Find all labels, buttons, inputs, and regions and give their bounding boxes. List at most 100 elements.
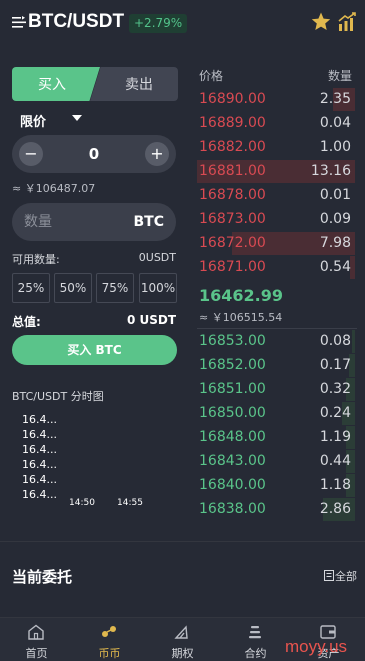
order-quantity: 0.08 <box>319 333 351 349</box>
nav-label: 期权 <box>171 647 194 660</box>
list-icon <box>324 570 334 581</box>
order-quantity: 2.35 <box>319 91 351 107</box>
ask-row[interactable]: 16889.00 0.04 <box>197 112 355 136</box>
order-quantity: 0.17 <box>319 357 351 373</box>
ask-row[interactable]: 16873.00 0.09 <box>197 208 355 232</box>
order-quantity: 7.98 <box>319 235 351 251</box>
ask-row[interactable]: 16872.00 7.98 <box>197 232 355 256</box>
available-value: 0USDT <box>138 251 176 264</box>
order-price: 16852.00 <box>199 357 266 373</box>
order-quantity: 1.19 <box>319 429 351 445</box>
order-price: 16838.00 <box>199 501 266 517</box>
price-stepper: − 0 + <box>12 135 176 173</box>
tab-sell[interactable]: 卖出 <box>90 67 178 101</box>
order-quantity: 1.18 <box>319 477 351 493</box>
price-column-header: 价格 <box>199 69 224 83</box>
quantity-column-header: 数量 <box>327 69 352 83</box>
options-icon <box>174 625 188 639</box>
nav-options[interactable]: 期权 <box>146 618 219 661</box>
nav-contract[interactable]: 合约 <box>219 618 292 661</box>
order-price: 16853.00 <box>199 333 266 349</box>
nav-home[interactable]: 首页 <box>0 618 73 661</box>
nav-label: 合约 <box>244 647 267 660</box>
order-price: 16850.00 <box>199 405 266 421</box>
quantity-unit: BTC <box>133 214 165 230</box>
quantity-placeholder: 数量 <box>24 214 52 230</box>
percent-75-button[interactable]: 75% <box>96 273 134 303</box>
menu-icon[interactable] <box>12 16 26 29</box>
ask-row[interactable]: 16878.00 0.01 <box>197 184 355 208</box>
mini-chart-y-label: 16.4... <box>22 473 57 486</box>
ask-row[interactable]: 16871.00 0.54 <box>197 256 355 280</box>
change-badge: +2.79% <box>129 14 188 33</box>
order-quantity: 0.09 <box>319 211 351 227</box>
order-type-select[interactable]: 限价 <box>20 111 46 130</box>
last-price: 16462.99 <box>199 286 284 305</box>
last-price-cny: ≈ ￥106515.54 <box>199 311 283 324</box>
bid-row[interactable]: 16851.00 0.32 <box>197 378 355 402</box>
order-price: 16873.00 <box>199 211 266 227</box>
order-price: 16871.00 <box>199 259 266 275</box>
quantity-field[interactable]: 数量 BTC <box>12 203 176 241</box>
order-price: 16889.00 <box>199 115 266 131</box>
order-price: 16881.00 <box>199 163 266 179</box>
bid-row[interactable]: 16850.00 0.24 <box>197 402 355 426</box>
mini-chart-y-label: 16.4... <box>22 488 57 501</box>
total-label: 总值: <box>12 315 41 329</box>
bid-row[interactable]: 16838.00 2.86 <box>197 498 355 522</box>
order-quantity: 1.00 <box>319 139 351 155</box>
mini-chart-y-label: 16.4... <box>22 413 57 426</box>
nav-coins[interactable]: 币币 <box>73 618 146 661</box>
order-price: 16872.00 <box>199 235 266 251</box>
divider <box>197 328 357 329</box>
ask-row[interactable]: 16881.00 13.16 <box>197 160 355 184</box>
order-quantity: 0.44 <box>319 453 351 469</box>
tab-buy[interactable]: 买入 <box>12 67 100 101</box>
percent-buttons: 25% 50% 75% 100% <box>12 273 178 303</box>
nav-label: 首页 <box>25 647 48 660</box>
top-bar: BTC/USDT +2.79% <box>0 0 365 46</box>
bid-row[interactable]: 16852.00 0.17 <box>197 354 355 378</box>
order-price: 16851.00 <box>199 381 266 397</box>
ask-row[interactable]: 16890.00 2.35 <box>197 88 355 112</box>
coins-icon <box>102 626 116 637</box>
mini-chart-y-label: 16.4... <box>22 443 57 456</box>
all-orders-link[interactable]: 全部 <box>324 568 357 584</box>
order-price: 16890.00 <box>199 91 266 107</box>
home-icon <box>28 624 44 640</box>
percent-50-button[interactable]: 50% <box>54 273 92 303</box>
percent-100-button[interactable]: 100% <box>139 273 177 303</box>
bid-row[interactable]: 16848.00 1.19 <box>197 426 355 450</box>
mini-chart-y-label: 16.4... <box>22 428 57 441</box>
contract-icon <box>249 626 261 639</box>
bid-row[interactable]: 16840.00 1.18 <box>197 474 355 498</box>
watermark: moyy.us <box>285 637 348 656</box>
ask-row[interactable]: 16882.00 1.00 <box>197 136 355 160</box>
bid-row[interactable]: 16843.00 0.44 <box>197 450 355 474</box>
buy-button[interactable]: 买入 BTC <box>12 335 177 365</box>
star-icon[interactable] <box>311 12 331 31</box>
mini-chart-y-label: 16.4... <box>22 458 57 471</box>
kline-chart-icon[interactable] <box>337 12 357 32</box>
order-price: 16882.00 <box>199 139 266 155</box>
mini-chart-title: BTC/USDT 分时图 <box>12 390 104 403</box>
current-orders-title: 当前委托 <box>12 568 73 586</box>
nav-label: 币币 <box>98 647 121 660</box>
order-quantity: 0.54 <box>319 259 351 275</box>
order-quantity: 0.32 <box>319 381 351 397</box>
divider <box>0 541 365 542</box>
increment-button[interactable]: + <box>145 142 169 166</box>
order-quantity: 0.04 <box>319 115 351 131</box>
percent-25-button[interactable]: 25% <box>12 273 50 303</box>
bid-row[interactable]: 16853.00 0.08 <box>197 330 355 354</box>
pair-title[interactable]: BTC/USDT <box>28 11 124 33</box>
mini-chart-x-label: 14:55 <box>117 498 143 508</box>
available-label: 可用数量: <box>12 253 60 266</box>
chevron-down-icon[interactable] <box>72 115 82 121</box>
order-price: 16840.00 <box>199 477 266 493</box>
total-value: 0 USDT <box>126 313 176 327</box>
order-quantity: 0.01 <box>319 187 351 203</box>
approx-cny-value: ≈ ￥106487.07 <box>12 182 96 195</box>
order-quantity: 2.86 <box>319 501 351 517</box>
order-price: 16878.00 <box>199 187 266 203</box>
